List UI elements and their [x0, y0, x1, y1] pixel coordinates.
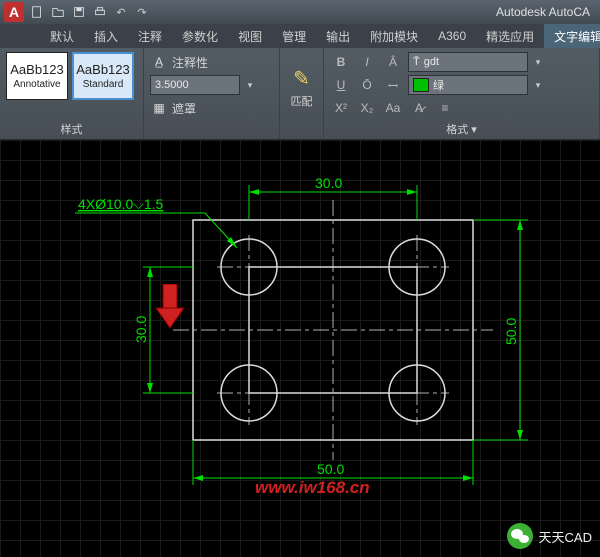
clear-format-button[interactable]: A̷ — [408, 99, 430, 117]
chevron-down-icon[interactable]: ▾ — [244, 76, 256, 94]
tab-2[interactable]: 注释 — [128, 24, 172, 48]
watermark-text: www.iw168.cn — [255, 478, 370, 498]
red-arrow-annotation — [152, 284, 188, 330]
tab-7[interactable]: 附加模块 — [360, 24, 428, 48]
open-icon[interactable] — [49, 3, 67, 21]
panel-format: B I Â T̄ gdt ▾ U Ō ꟷ 绿 — [324, 48, 600, 139]
dim-left: 30.0 — [133, 316, 149, 343]
panel-annotative: A̲ 注释性 ▾ ▦ 遮罩 — [144, 48, 280, 139]
hole-note: 4XØ10.0⌵1.5 — [78, 196, 164, 212]
print-icon[interactable] — [91, 3, 109, 21]
tab-0[interactable]: 默认 — [40, 24, 84, 48]
ribbon: AaBb123AnnotativeAaBb123Standard 样式 A̲ 注… — [0, 48, 600, 140]
text-height-input[interactable] — [150, 75, 240, 95]
save-icon[interactable] — [70, 3, 88, 21]
font-icon: T̄ — [413, 56, 420, 68]
tab-3[interactable]: 参数化 — [172, 24, 228, 48]
tab-9[interactable]: 精选应用 — [476, 24, 544, 48]
italic-button[interactable]: I — [356, 53, 378, 71]
panel-match: ✎ 匹配 — [280, 48, 324, 139]
tab-8[interactable]: A360 — [428, 24, 476, 48]
drawing-canvas[interactable]: 30.0 30.0 50.0 50.0 4XØ10.0⌵1.5 — [0, 140, 600, 557]
ruler-button[interactable]: ≡ — [434, 99, 456, 117]
tab-1[interactable]: 插入 — [84, 24, 128, 48]
font-size-button[interactable]: Â — [382, 53, 404, 71]
color-dropdown[interactable]: 绿 — [408, 75, 528, 95]
mask-icon[interactable]: ▦ — [150, 99, 168, 117]
panel-label-blank1 — [150, 123, 273, 137]
tab-5[interactable]: 管理 — [272, 24, 316, 48]
bold-button[interactable]: B — [330, 53, 352, 71]
wechat-label: 天天CAD — [539, 527, 592, 546]
undo-icon[interactable]: ↶ — [112, 3, 130, 21]
new-icon[interactable] — [28, 3, 46, 21]
annotative-icon[interactable]: A̲ — [150, 53, 168, 71]
panel-label-styles: 样式 — [6, 119, 137, 137]
app-title: Autodesk AutoCA — [496, 5, 596, 19]
app-logo[interactable]: A — [4, 2, 24, 22]
color-name: 绿 — [433, 77, 444, 93]
dim-right: 50.0 — [503, 318, 519, 345]
superscript-button[interactable]: X² — [330, 99, 352, 117]
dim-top: 30.0 — [315, 175, 342, 191]
subscript-button[interactable]: X₂ — [356, 99, 378, 117]
case-button[interactable]: Aa — [382, 99, 404, 117]
panel-styles: AaBb123AnnotativeAaBb123Standard 样式 — [0, 48, 144, 139]
title-bar: A ↶ ↷ Autodesk AutoCA — [0, 0, 600, 24]
match-label: 匹配 — [291, 93, 313, 109]
color-swatch — [413, 78, 429, 92]
strike-button[interactable]: ꟷ — [382, 76, 404, 94]
underline-button[interactable]: U — [330, 76, 352, 94]
annotative-label: 注释性 — [172, 54, 208, 71]
brush-icon: ✎ — [293, 66, 310, 91]
wechat-icon — [507, 523, 533, 549]
font-dropdown[interactable]: T̄ gdt — [408, 52, 528, 72]
redo-icon[interactable]: ↷ — [133, 3, 151, 21]
font-name: gdt — [424, 56, 439, 68]
style-swatch-standard[interactable]: AaBb123Standard — [72, 52, 134, 100]
quick-access-toolbar: ↶ ↷ — [28, 3, 151, 21]
tab-10[interactable]: 文字编辑器 — [544, 24, 600, 48]
wechat-badge: 天天CAD — [507, 523, 592, 549]
match-button[interactable]: ✎ 匹配 — [286, 52, 317, 123]
tab-4[interactable]: 视图 — [228, 24, 272, 48]
chevron-down-icon[interactable]: ▾ — [532, 53, 544, 71]
chevron-down-icon[interactable]: ▾ — [532, 76, 544, 94]
dim-bottom: 50.0 — [317, 461, 344, 477]
overline-button[interactable]: Ō — [356, 76, 378, 94]
panel-label-format: 格式 ▾ — [330, 119, 593, 137]
ribbon-tabs: 默认插入注释参数化视图管理输出附加模块A360精选应用文字编辑器 — [0, 24, 600, 48]
mask-label: 遮罩 — [172, 100, 196, 117]
tab-6[interactable]: 输出 — [316, 24, 360, 48]
style-swatch-annotative[interactable]: AaBb123Annotative — [6, 52, 68, 100]
